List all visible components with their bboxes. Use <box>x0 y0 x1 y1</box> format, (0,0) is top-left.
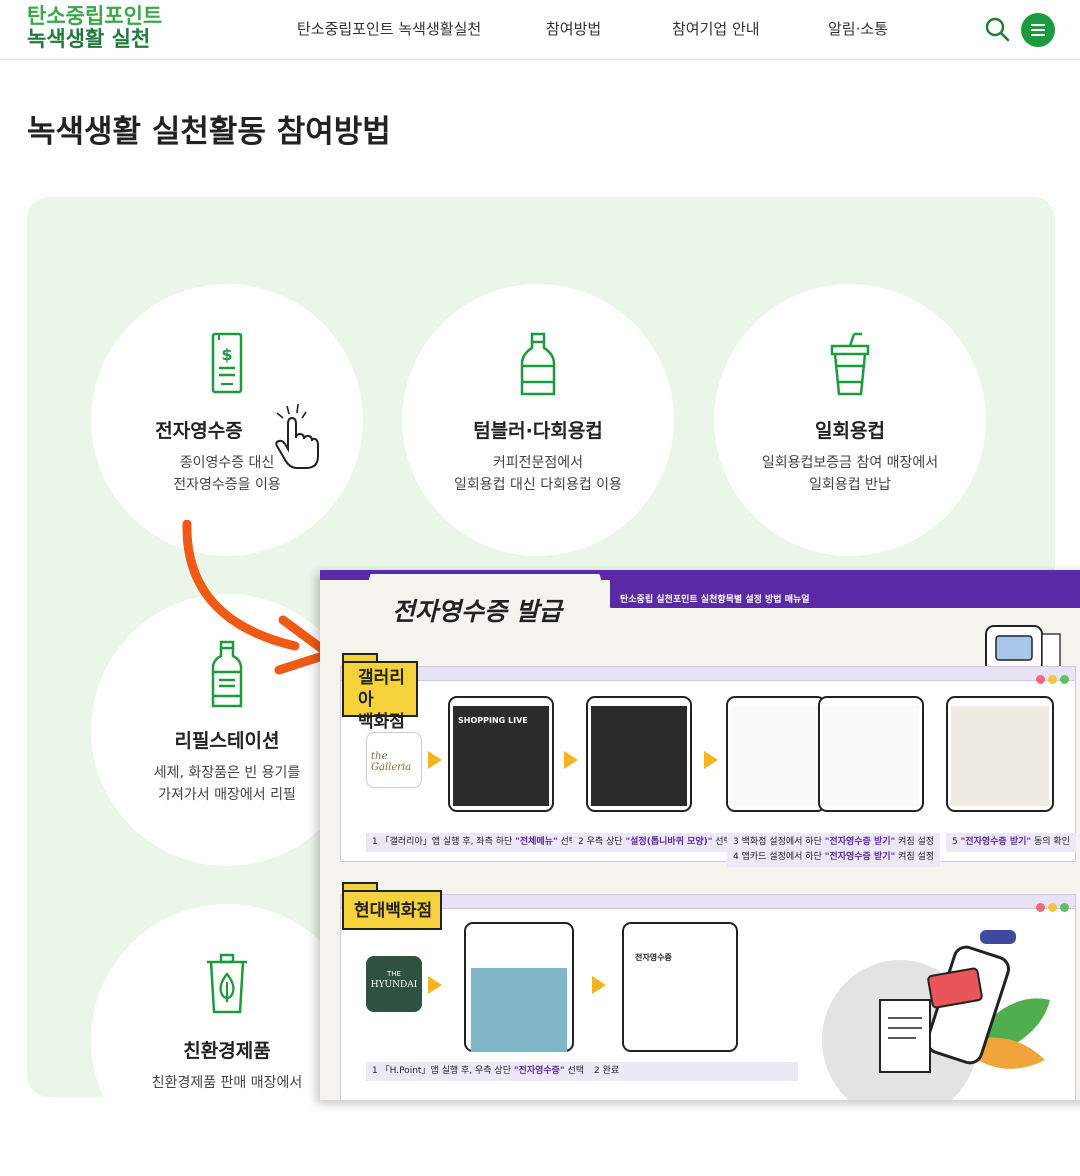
section-header <box>341 895 1075 912</box>
svg-text:$: $ <box>221 345 232 364</box>
card-e-receipt[interactable]: $ 전자영수증 종이영수증 대신 전자영수증을 이용 <box>91 284 363 556</box>
cup-icon <box>830 332 870 396</box>
card-desc: 커피전문점에서 일회용컵 대신 다회용컵 이용 <box>454 455 622 493</box>
card-title: 텀블러·다회용컵 <box>473 420 603 442</box>
search-icon[interactable] <box>984 16 1010 42</box>
receipt-phone-icon: $ <box>211 332 243 394</box>
window-dots <box>1033 897 1069 916</box>
card-tumbler[interactable]: 텀블러·다회용컵 커피전문점에서 일회용컵 대신 다회용컵 이용 <box>402 284 674 556</box>
phone-screenshot-5 <box>946 696 1054 812</box>
step-arrow <box>428 976 442 994</box>
phone-screenshot-1: SHOPPING LIVE <box>448 696 554 812</box>
card-desc: 일회용컵보증금 참여 매장에서 일회용컵 반납 <box>761 455 939 493</box>
manual-title: 전자영수증 발급 <box>392 597 562 626</box>
step-arrow <box>428 751 442 769</box>
logo-line2: 녹색생활 실천 <box>27 27 151 51</box>
hyundai-tag: 현대백화점 <box>342 890 442 930</box>
card-disposable-cup[interactable]: 일회용컵 일회용컵보증금 참여 매장에서 일회용컵 반납 <box>714 284 986 556</box>
e-receipt-manual: 전자영수증 발급 탄소중립 실천포인트 실천항목별 설정 방법 매뉴얼 갤러리아… <box>320 570 1080 1100</box>
phone-screenshot-4 <box>818 696 924 812</box>
hyundai-phone-1 <box>464 922 574 1052</box>
card-desc: 종이영수증 대신 전자영수증을 이용 <box>173 455 281 493</box>
site-logo[interactable]: 탄소중립포인트 녹색생활 실천 <box>27 5 162 51</box>
logo-line1: 탄소중립포인트 <box>27 4 163 28</box>
step-arrow <box>704 751 718 769</box>
page-title: 녹색생활 실천활동 참여방법 <box>27 114 391 150</box>
galleria-step-1: 1 「갤러리아」앱 실행 후, 좌측 하단 "전체메뉴" 선택 <box>366 833 584 852</box>
hyundai-phone-2: 전자영수증 <box>622 922 738 1052</box>
menu-button[interactable] <box>1021 13 1055 47</box>
manual-subtitle: 탄소중립 실천포인트 실천항목별 설정 방법 매뉴얼 <box>620 595 810 605</box>
menu-icon-bar <box>1031 29 1045 31</box>
step-arrow <box>592 976 606 994</box>
hyundai-app-icon: THE HYUNDAI <box>366 956 422 1012</box>
galleria-step-5: 5 "전자영수증 받기" 동의 확인 <box>946 833 1076 852</box>
galleria-step-4: 4 앱카드 설정에서 하단 "전자영수증 받기" 켜짐 설정 <box>727 848 941 867</box>
nav-item-notice[interactable]: 알림·소통 <box>828 18 888 39</box>
nav-item-partners[interactable]: 참여기업 안내 <box>672 18 760 39</box>
phone-screenshot-3 <box>726 696 826 812</box>
menu-icon-bar <box>1031 34 1045 36</box>
site-header: 탄소중립포인트 녹색생활 실천 탄소중립포인트 녹색생활실천 참여방법 참여기업… <box>0 0 1080 60</box>
eco-bin-icon <box>207 953 247 1014</box>
menu-icon <box>1031 24 1045 26</box>
card-phone-illustration <box>985 625 1061 672</box>
window-dots <box>1033 669 1069 688</box>
hand-pointer-icon <box>275 403 319 469</box>
nav-item-how-to-join[interactable]: 참여방법 <box>546 18 601 39</box>
section-header <box>341 667 1075 684</box>
galleria-app-icon: the Galleria <box>366 732 422 788</box>
galleria-tag: 갤러리아 백화점 <box>342 661 418 732</box>
phone-screenshot-2 <box>586 696 692 812</box>
galleria-step-2: 2 우측 상단 "설정(톱니바퀴 모양)" 선택 <box>572 833 738 852</box>
hyundai-step-1: 1 「H.Point」앱 실행 후, 우측 상단 "전자영수증" 선택 <box>366 1062 591 1081</box>
hyundai-step-2: 2 완료 <box>588 1062 798 1081</box>
card-title: 일회용컵 <box>815 420 885 442</box>
bottle-icon <box>520 332 556 396</box>
phone-hand-illustration <box>822 930 1050 1100</box>
step-arrow <box>564 751 578 769</box>
nav-item-green-living[interactable]: 탄소중립포인트 녹색생활실천 <box>297 18 481 39</box>
